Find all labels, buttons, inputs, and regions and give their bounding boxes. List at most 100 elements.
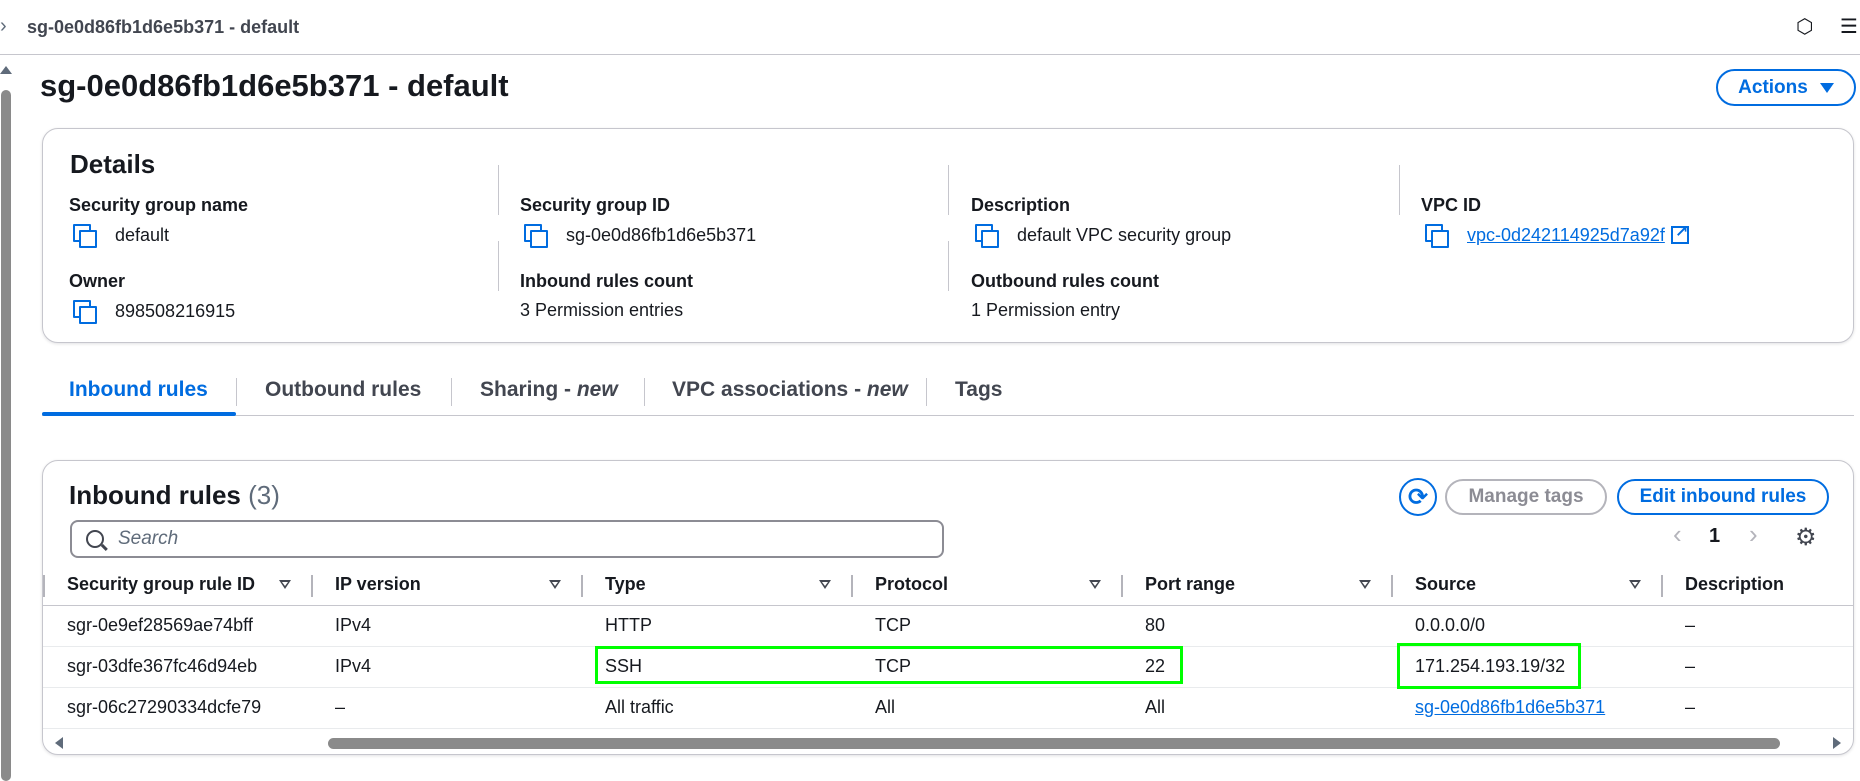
highlight-ssh-port-box bbox=[595, 646, 1183, 684]
cell-description: – bbox=[1661, 646, 1853, 688]
sort-caret-icon bbox=[1629, 580, 1641, 589]
inbound-rules-heading: Inbound rules (3) bbox=[69, 480, 280, 510]
field-owner: Owner 898508216915 bbox=[69, 271, 236, 324]
field-value: 1 Permission entry bbox=[971, 300, 1121, 320]
scroll-up-arrow[interactable] bbox=[0, 66, 12, 74]
column-header-source[interactable]: Source bbox=[1391, 565, 1661, 606]
copy-icon[interactable] bbox=[1425, 224, 1449, 248]
tab-inbound-rules[interactable]: Inbound rules bbox=[69, 378, 208, 402]
tab-outbound-rules[interactable]: Outbound rules bbox=[265, 378, 421, 402]
source-security-group-link[interactable]: sg-0e0d86fb1d6e5b371 bbox=[1391, 687, 1661, 729]
cell-ip-version: – bbox=[311, 687, 581, 729]
cell-rule-id: sgr-03dfe367fc46d94eb bbox=[43, 646, 311, 688]
cell-ip-version: IPv4 bbox=[311, 605, 581, 647]
search-input[interactable] bbox=[118, 528, 918, 550]
refresh-button[interactable]: ⟳ bbox=[1399, 478, 1437, 516]
column-header-rule-id[interactable]: Security group rule ID bbox=[43, 565, 311, 606]
field-inbound-rules-count: Inbound rules count 3 Permission entries bbox=[520, 271, 693, 321]
cell-protocol: All bbox=[851, 687, 1121, 729]
field-label: Security group ID bbox=[520, 195, 671, 215]
field-label: Description bbox=[971, 195, 1071, 215]
sort-caret-icon bbox=[1089, 580, 1101, 589]
copy-icon[interactable] bbox=[975, 224, 999, 248]
search-box[interactable] bbox=[70, 520, 944, 558]
active-tab-indicator bbox=[42, 412, 236, 416]
page-number[interactable]: 1 bbox=[1709, 525, 1720, 548]
tab-divider bbox=[644, 378, 645, 406]
sort-caret-icon bbox=[1359, 580, 1371, 589]
page-title: sg-0e0d86fb1d6e5b371 - default bbox=[40, 68, 509, 103]
field-security-group-id: Security group ID sg-0e0d86fb1d6e5b371 bbox=[520, 195, 757, 248]
field-value: sg-0e0d86fb1d6e5b371 bbox=[566, 224, 757, 245]
tab-divider bbox=[236, 378, 237, 406]
inbound-rules-panel: Inbound rules (3) ⟳ Manage tags Edit inb… bbox=[42, 460, 1854, 755]
sort-caret-icon bbox=[279, 580, 291, 589]
gear-icon[interactable]: ⚙ bbox=[1795, 523, 1817, 552]
field-label: VPC ID bbox=[1421, 195, 1482, 215]
top-bar: › sg-0e0d86fb1d6e5b371 - default ⬡ ☰ bbox=[0, 0, 1860, 55]
vpc-id-link[interactable]: vpc-0d242114925d7a92f bbox=[1467, 225, 1665, 246]
field-value: 3 Permission entries bbox=[520, 300, 684, 320]
divider bbox=[948, 241, 949, 291]
copy-icon[interactable] bbox=[73, 300, 97, 324]
table-row[interactable]: sgr-06c27290334dcfe79 – All traffic All … bbox=[43, 687, 1853, 729]
horizontal-scrollbar[interactable] bbox=[43, 733, 1853, 753]
manage-tags-button[interactable]: Manage tags bbox=[1445, 479, 1607, 515]
vertical-scrollbar[interactable] bbox=[0, 62, 12, 781]
cell-ip-version: IPv4 bbox=[311, 646, 581, 688]
cell-rule-id: sgr-06c27290334dcfe79 bbox=[43, 687, 311, 729]
field-vpc-id: VPC ID vpc-0d242114925d7a92f bbox=[1421, 195, 1689, 248]
horizontal-scroll-thumb[interactable] bbox=[328, 738, 1780, 749]
edit-inbound-rules-button[interactable]: Edit inbound rules bbox=[1617, 479, 1829, 515]
hexagon-settings-icon[interactable]: ⬡ bbox=[1796, 14, 1820, 38]
tab-tags[interactable]: Tags bbox=[955, 378, 1002, 402]
highlight-source-box bbox=[1397, 643, 1581, 689]
scroll-right-arrow[interactable] bbox=[1833, 737, 1841, 749]
field-value: default VPC security group bbox=[1017, 224, 1232, 245]
field-label: Owner bbox=[69, 271, 126, 291]
divider bbox=[1399, 165, 1400, 215]
tab-sharing[interactable]: Sharing - new bbox=[480, 378, 618, 402]
cell-type: All traffic bbox=[581, 687, 851, 729]
refresh-icon: ⟳ bbox=[1407, 483, 1429, 511]
tab-vpc-associations[interactable]: VPC associations - new bbox=[672, 378, 908, 402]
field-value: default bbox=[115, 224, 170, 245]
copy-icon[interactable] bbox=[524, 224, 548, 248]
cell-port-range: All bbox=[1121, 687, 1391, 729]
column-header-port-range[interactable]: Port range bbox=[1121, 565, 1391, 606]
chevron-right-icon[interactable]: › bbox=[0, 15, 7, 38]
external-link-icon[interactable] bbox=[1670, 222, 1689, 244]
field-description: Description default VPC security group bbox=[971, 195, 1232, 248]
sort-caret-icon bbox=[819, 580, 831, 589]
column-header-type[interactable]: Type bbox=[581, 565, 851, 606]
previous-page-icon[interactable]: ‹ bbox=[1673, 519, 1682, 550]
column-header-protocol[interactable]: Protocol bbox=[851, 565, 1121, 606]
field-outbound-rules-count: Outbound rules count 1 Permission entry bbox=[971, 271, 1159, 321]
cell-type: HTTP bbox=[581, 605, 851, 647]
field-label: Inbound rules count bbox=[520, 271, 693, 291]
table-row[interactable]: sgr-0e9ef28569ae74bff IPv4 HTTP TCP 80 0… bbox=[43, 605, 1853, 647]
details-heading: Details bbox=[70, 149, 156, 179]
feedback-icon[interactable]: ☰ bbox=[1840, 14, 1860, 38]
cell-source: 0.0.0.0/0 bbox=[1391, 605, 1661, 647]
vertical-scroll-thumb[interactable] bbox=[1, 90, 11, 781]
actions-button[interactable]: Actions bbox=[1716, 69, 1856, 106]
rule-count: (3) bbox=[248, 480, 280, 510]
cell-description: – bbox=[1661, 605, 1853, 647]
actions-label: Actions bbox=[1738, 76, 1808, 98]
field-security-group-name: Security group name default bbox=[69, 195, 248, 248]
details-panel: Details Security group name default Secu… bbox=[42, 128, 1854, 343]
column-header-description[interactable]: Description bbox=[1661, 565, 1853, 606]
scroll-left-arrow[interactable] bbox=[55, 737, 63, 749]
cell-protocol: TCP bbox=[851, 605, 1121, 647]
field-value: 898508216915 bbox=[115, 300, 236, 321]
copy-icon[interactable] bbox=[73, 224, 97, 248]
cell-rule-id: sgr-0e9ef28569ae74bff bbox=[43, 605, 311, 647]
search-icon bbox=[86, 530, 104, 548]
tab-divider bbox=[451, 378, 452, 406]
column-header-ip-version[interactable]: IP version bbox=[311, 565, 581, 606]
tab-bar: Inbound rules Outbound rules Sharing - n… bbox=[42, 368, 1854, 416]
next-page-icon[interactable]: › bbox=[1749, 519, 1758, 550]
sort-caret-icon bbox=[549, 580, 561, 589]
divider bbox=[948, 165, 949, 215]
